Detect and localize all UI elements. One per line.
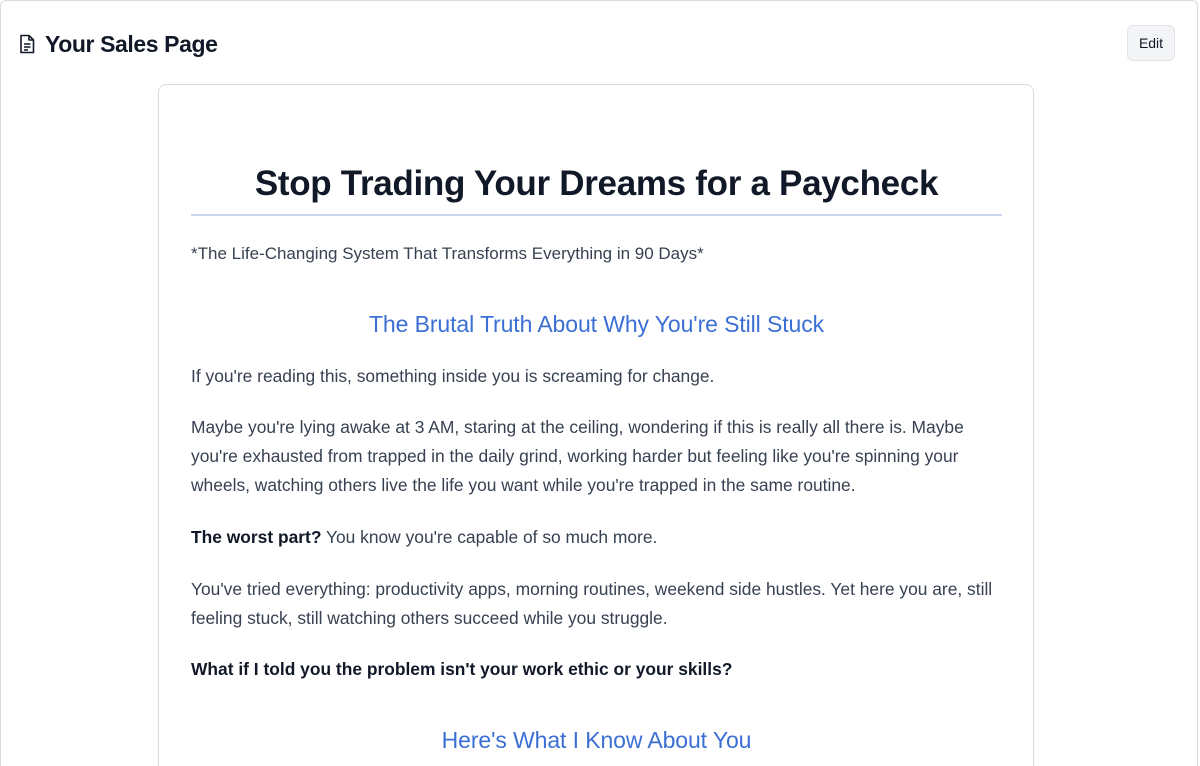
subtitle: *The Life-Changing System That Transform… bbox=[191, 244, 704, 263]
paragraph-what-if: What if I told you the problem isn't you… bbox=[191, 659, 733, 679]
paragraph-tried-everything: You've tried everything: productivity ap… bbox=[191, 579, 993, 628]
paragraph-worst-part-bold: The worst part? bbox=[191, 527, 322, 547]
sales-page-window: Your Sales Page Edit Stop Trading Your D… bbox=[0, 0, 1198, 766]
headline-divider bbox=[191, 214, 1002, 216]
page-title: Your Sales Page bbox=[45, 31, 218, 57]
edit-button[interactable]: Edit bbox=[1127, 25, 1175, 61]
page-header: Your Sales Page Edit bbox=[1, 1, 1197, 85]
paragraph-worst-part: The worst part? You know you're capable … bbox=[191, 523, 1002, 552]
sales-page-preview: Stop Trading Your Dreams for a Paycheck … bbox=[158, 84, 1034, 766]
headline: Stop Trading Your Dreams for a Paycheck bbox=[254, 164, 939, 203]
paragraph-intro: If you're reading this, something inside… bbox=[191, 366, 715, 386]
paragraph-worst-part-rest: You know you're capable of so much more. bbox=[321, 527, 658, 547]
section-heading-brutal-truth: The Brutal Truth About Why You're Still … bbox=[368, 311, 825, 337]
paragraph-lying-awake: Maybe you're lying awake at 3 AM, starin… bbox=[191, 417, 964, 495]
document-icon bbox=[20, 34, 35, 54]
section-heading-what-i-know: Here's What I Know About You bbox=[441, 727, 752, 753]
